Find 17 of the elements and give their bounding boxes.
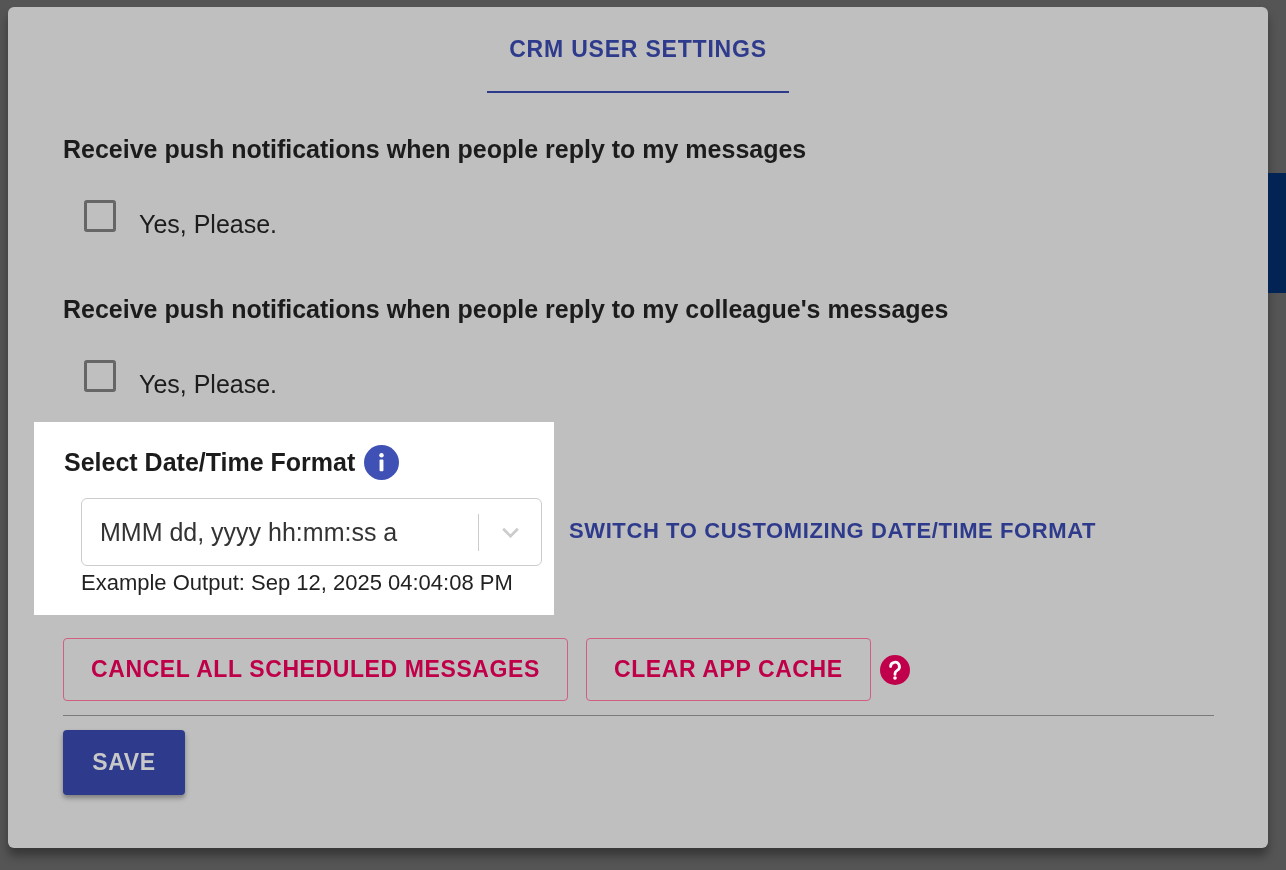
chevron-down-icon[interactable] bbox=[501, 526, 520, 538]
help-icon[interactable] bbox=[879, 654, 910, 685]
checkbox-label: Yes, Please. bbox=[139, 209, 278, 239]
format-select[interactable]: MMM dd, yyyy hh:mm:ss a bbox=[81, 498, 542, 566]
switch-format-link[interactable]: SWITCH TO CUSTOMIZING DATE/TIME FORMAT bbox=[569, 518, 1097, 544]
info-icon[interactable] bbox=[364, 444, 400, 480]
checkbox[interactable] bbox=[84, 360, 116, 392]
example-output: Example Output: Sep 12, 2025 04:04:08 PM bbox=[81, 570, 514, 596]
setting-heading: Receive push notifications when people reply to my messages bbox=[63, 134, 808, 164]
action-button[interactable]: CANCEL ALL SCHEDULED MESSAGES bbox=[63, 638, 568, 701]
action-button[interactable]: CLEAR APP CACHE bbox=[585, 638, 871, 701]
settings-tab[interactable]: CRM USER SETTINGS bbox=[487, 7, 789, 93]
setting-heading: Receive push notifications when people reply to my colleague's messages bbox=[63, 294, 950, 324]
checkbox[interactable] bbox=[84, 200, 116, 232]
save-button[interactable]: SAVE bbox=[63, 730, 185, 795]
field-label: Select Date/Time Format bbox=[64, 447, 356, 477]
checkbox-label: Yes, Please. bbox=[139, 369, 278, 399]
